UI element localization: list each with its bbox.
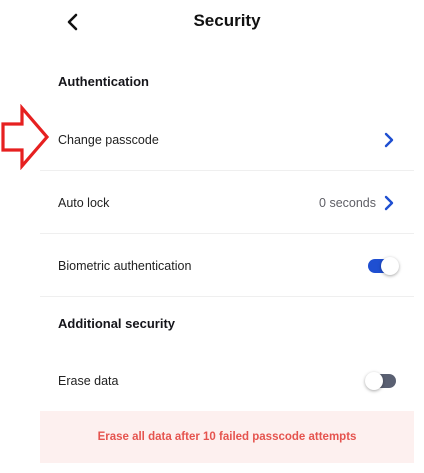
toggle-knob (381, 256, 399, 275)
row-right: 0 seconds (319, 195, 396, 211)
row-right (368, 256, 399, 275)
chevron-right-icon (384, 195, 394, 210)
warning-banner: Erase all data after 10 failed passcode … (40, 411, 414, 463)
biometric-toggle[interactable] (368, 256, 399, 275)
page-title: Security (193, 11, 261, 30)
toggle-knob (365, 371, 383, 390)
chevron-right-icon (384, 132, 394, 147)
biometric-row: Biometric authentication (40, 235, 414, 297)
erase-data-label: Erase data (58, 373, 119, 388)
erase-data-toggle[interactable] (365, 371, 396, 390)
warning-text: Erase all data after 10 failed passcode … (97, 431, 357, 443)
biometric-label: Biometric authentication (58, 258, 192, 273)
section-heading-authentication: Authentication (58, 74, 149, 89)
auto-lock-row[interactable]: Auto lock 0 seconds (40, 172, 414, 234)
row-right (365, 371, 396, 390)
change-passcode-label: Change passcode (58, 132, 159, 147)
row-right (382, 132, 396, 148)
change-passcode-row[interactable]: Change passcode (40, 109, 414, 171)
security-screen: Security Authentication Change passcode … (0, 0, 424, 473)
header: Security (0, 0, 424, 42)
erase-data-row: Erase data (40, 350, 414, 412)
auto-lock-value: 0 seconds (319, 195, 376, 210)
auto-lock-label: Auto lock (58, 195, 110, 210)
section-heading-additional-security: Additional security (58, 316, 176, 331)
